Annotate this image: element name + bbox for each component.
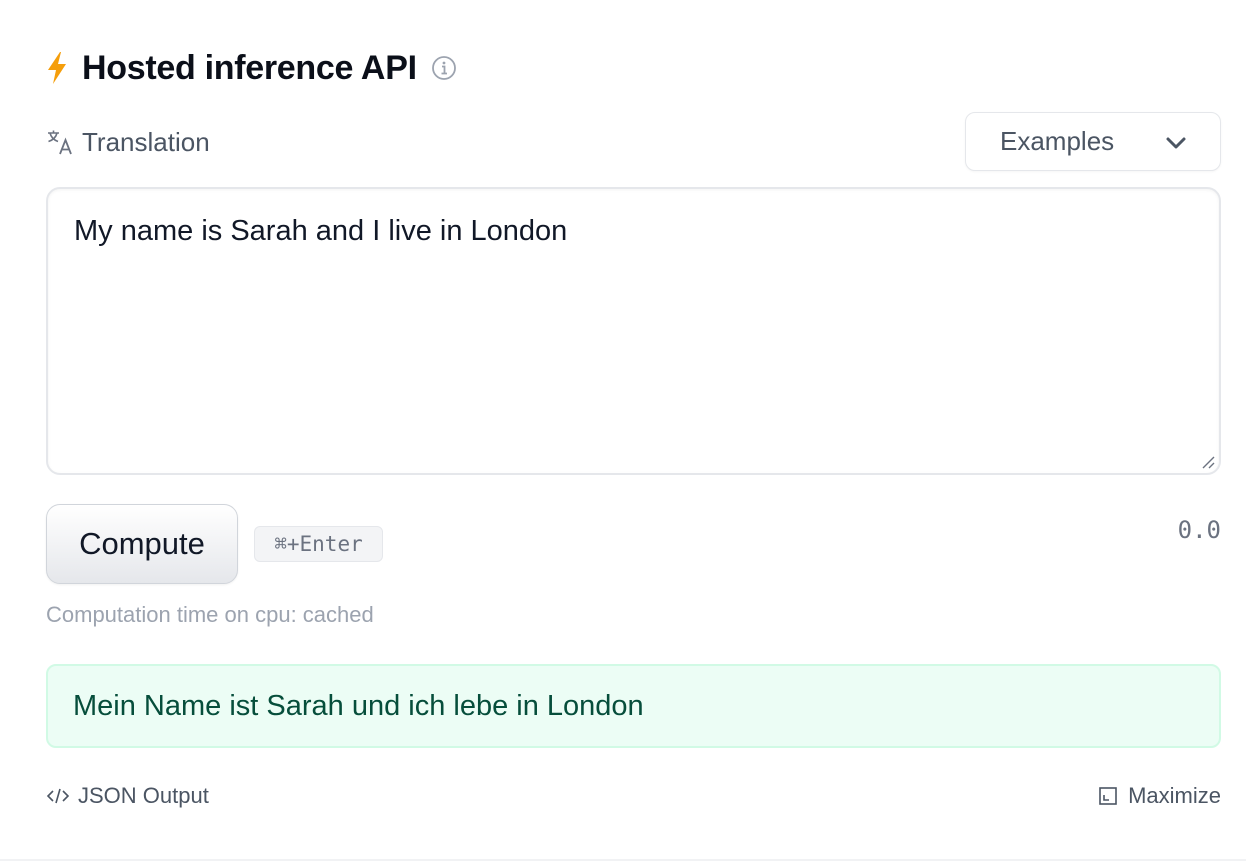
- code-icon: [46, 785, 70, 807]
- divider: [0, 859, 1246, 861]
- inference-widget: Hosted inference API Translation Example…: [0, 0, 1246, 866]
- input-textarea[interactable]: My name is Sarah and I live in London: [46, 187, 1221, 475]
- translate-icon: [46, 128, 74, 156]
- chevron-down-icon: [1164, 131, 1188, 155]
- input-text: My name is Sarah and I live in London: [74, 215, 568, 247]
- maximize-button[interactable]: Maximize: [1098, 780, 1221, 812]
- examples-label: Examples: [1000, 126, 1115, 156]
- keyboard-shortcut: ⌘+Enter: [254, 526, 383, 562]
- output-text: Mein Name ist Sarah und ich lebe in Lond…: [73, 689, 644, 722]
- info-icon[interactable]: [431, 55, 457, 81]
- computation-time: Computation time on cpu: cached: [46, 602, 374, 627]
- json-output-label: JSON Output: [78, 783, 209, 808]
- lightning-bolt-icon: [46, 51, 68, 85]
- page-title: Hosted inference API: [82, 48, 417, 87]
- maximize-icon: [1098, 786, 1118, 806]
- task-label: Translation: [82, 126, 210, 157]
- resize-handle-icon[interactable]: [1199, 453, 1215, 469]
- output-panel: Mein Name ist Sarah und ich lebe in Lond…: [46, 664, 1221, 748]
- examples-dropdown[interactable]: Examples: [965, 112, 1221, 171]
- widget-header: Hosted inference API: [46, 46, 457, 90]
- score-value: 0.0: [1177, 516, 1221, 544]
- json-output-link[interactable]: JSON Output: [46, 780, 209, 812]
- compute-button[interactable]: Compute: [46, 504, 238, 584]
- maximize-label: Maximize: [1128, 783, 1221, 808]
- task-type: Translation: [46, 124, 210, 160]
